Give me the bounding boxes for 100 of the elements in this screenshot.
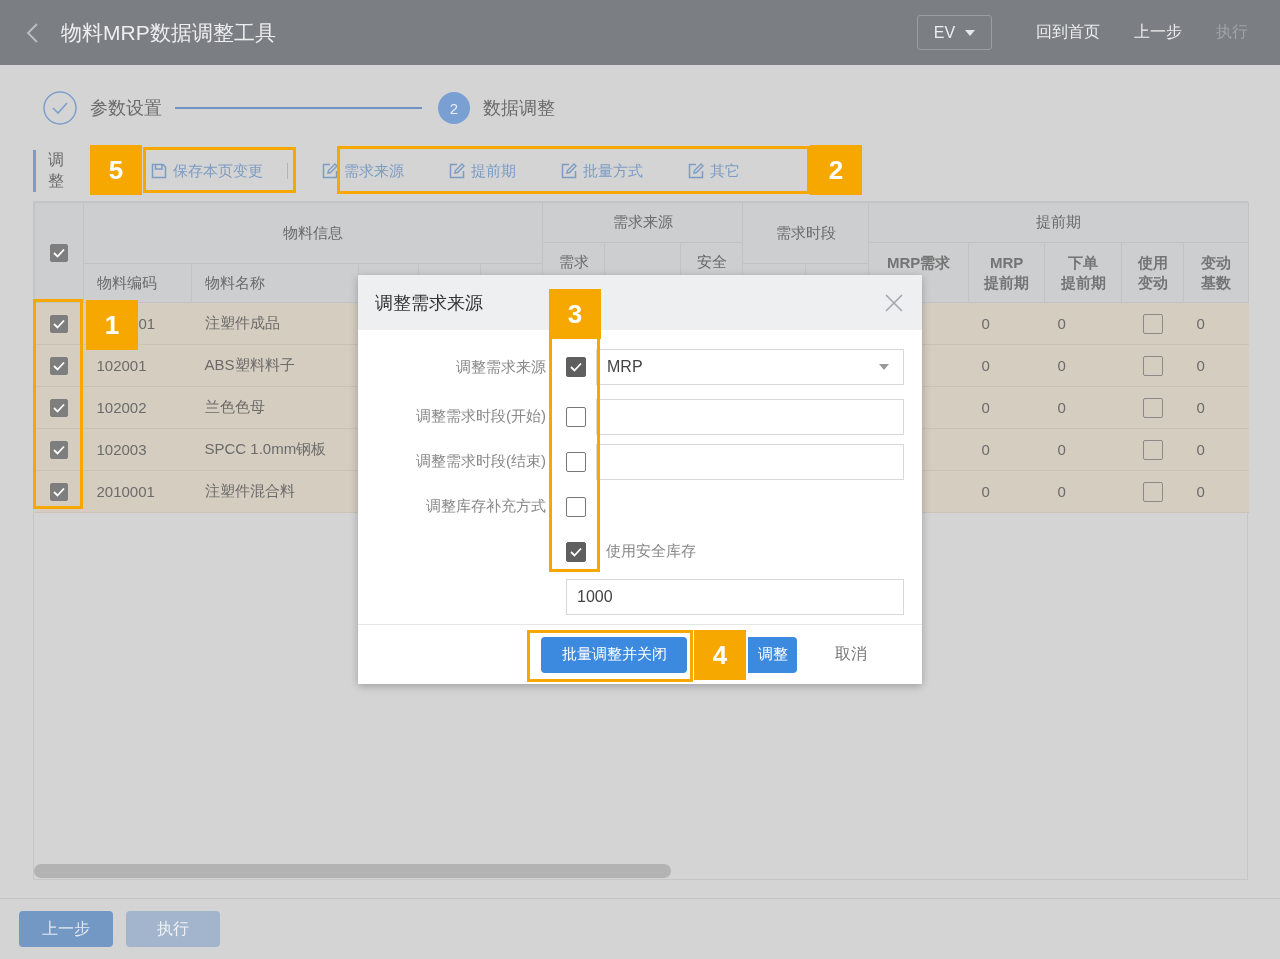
row-checkbox[interactable] [50, 483, 68, 501]
column-header: 需求 [558, 253, 589, 270]
field-label: 调整库存补充方式 [425, 497, 546, 516]
table-cell: 注塑件混合料 [204, 482, 295, 499]
table-cell: 0 [1057, 357, 1066, 374]
table-cell: 102001 [96, 357, 147, 374]
toolbar-label: 调整 [33, 150, 78, 192]
callout-number: 4 [694, 630, 746, 680]
header-link[interactable]: 回到首页 [1024, 22, 1112, 43]
scrollbar-thumb[interactable] [34, 864, 671, 878]
cancel-button[interactable]: 取消 [829, 636, 873, 673]
row-checkbox[interactable] [1142, 439, 1163, 460]
dialog-title: 调整需求来源 [375, 291, 483, 315]
column-group-header: 物料信息 [283, 223, 344, 241]
edit-button[interactable]: 其它 [682, 156, 746, 186]
column-header: 下单 提前期 [1060, 254, 1106, 291]
table-cell: ABS塑料料子 [204, 356, 295, 373]
edit-button[interactable]: 需求来源 [316, 156, 410, 186]
input-field[interactable] [596, 443, 904, 480]
language-dropdown[interactable]: EV [917, 15, 992, 50]
check-icon [53, 361, 65, 371]
edit-icon [688, 163, 704, 179]
dialog-button[interactable]: 调整 [748, 636, 797, 673]
check-icon [53, 248, 65, 258]
table-cell: 0 [981, 441, 990, 458]
column-header: 物料名称 [205, 273, 265, 291]
field-label: 调整需求来源 [455, 357, 546, 377]
save-icon [151, 163, 167, 179]
edit-button[interactable]: 批量方式 [555, 156, 649, 186]
callout-number: 1 [86, 300, 138, 350]
header-link[interactable]: 上一步 [1122, 22, 1194, 43]
caret-icon [879, 364, 889, 370]
row-checkbox[interactable] [50, 441, 68, 459]
step-number: 2 [438, 92, 470, 124]
table-cell: 0 [1196, 441, 1205, 458]
table-cell: 兰色色母 [204, 398, 265, 415]
edit-icon [561, 163, 577, 179]
edit-icon [322, 163, 338, 179]
column-group-header: 需求时段 [775, 223, 836, 241]
check-icon [570, 362, 582, 372]
checkbox[interactable] [566, 496, 586, 517]
column-header: 安全 [696, 253, 727, 270]
window-title: 物料MRP数据调整工具 [61, 19, 276, 46]
check-icon [53, 403, 65, 413]
footer-button[interactable]: 上一步 [19, 911, 113, 947]
checkbox[interactable] [566, 357, 586, 377]
table-cell: 0 [1196, 399, 1205, 416]
check-icon [570, 546, 582, 557]
table-cell: 0 [1057, 399, 1066, 416]
input-field[interactable]: 1000 [566, 578, 904, 615]
row-checkbox[interactable] [50, 315, 68, 333]
callout-number: 2 [810, 145, 862, 195]
row-checkbox[interactable] [1142, 355, 1163, 376]
table-cell: 0 [981, 315, 990, 332]
row-checkbox[interactable] [50, 399, 68, 417]
field-label: 调整需求时段(开始) [415, 407, 546, 426]
row-checkbox[interactable] [1142, 313, 1163, 334]
step-label: 参数设置 [90, 97, 162, 120]
select-all-checkbox[interactable] [50, 244, 68, 262]
table-cell: 0 [1196, 483, 1205, 500]
table-cell: 0 [1196, 357, 1205, 374]
table-cell: 0 [981, 399, 990, 416]
checkbox-label: 使用安全库存 [606, 542, 696, 561]
select-field[interactable]: MRP [596, 349, 904, 385]
caret-icon [965, 29, 976, 36]
column-header: MRP需求 [886, 254, 951, 271]
checkbox[interactable] [566, 451, 586, 472]
table-cell: 2010001 [96, 483, 155, 500]
check-icon [53, 487, 65, 497]
save-button[interactable]: 保存本页变更 [143, 156, 271, 186]
table-cell: SPCC 1.0mm钢板 [204, 440, 327, 457]
table-cell: 0 [1057, 441, 1066, 458]
back-icon[interactable] [25, 21, 39, 44]
callout-number: 5 [90, 145, 142, 195]
checkbox[interactable] [566, 541, 586, 562]
check-icon [53, 445, 65, 455]
table-cell: 102002 [96, 399, 147, 416]
table-cell: 102003 [96, 441, 147, 458]
checkbox[interactable] [566, 406, 586, 427]
input-field[interactable] [596, 398, 904, 435]
field-label: 调整需求时段(结束) [415, 452, 546, 471]
table-cell: 注塑件成品 [204, 314, 280, 331]
edit-button[interactable]: 提前期 [443, 156, 522, 186]
dialog-button[interactable]: 批量调整并关闭 [541, 636, 687, 673]
edit-icon [449, 163, 465, 179]
column-group-header: 需求来源 [612, 213, 673, 230]
row-checkbox[interactable] [50, 357, 68, 375]
table-cell: 0 [1196, 315, 1205, 332]
column-header: 变动 基数 [1201, 254, 1232, 291]
table-cell: 0 [981, 357, 990, 374]
row-checkbox[interactable] [1142, 397, 1163, 418]
close-icon[interactable] [885, 293, 903, 312]
row-checkbox[interactable] [1142, 481, 1163, 502]
column-header: 使用 变动 [1137, 254, 1168, 291]
table-cell: 01 [138, 315, 156, 332]
check-icon [53, 319, 65, 329]
callout-number: 3 [549, 289, 601, 339]
table-cell: 0 [981, 483, 990, 500]
table-cell: 0 [1057, 483, 1066, 500]
column-header: 物料编码 [97, 273, 157, 291]
